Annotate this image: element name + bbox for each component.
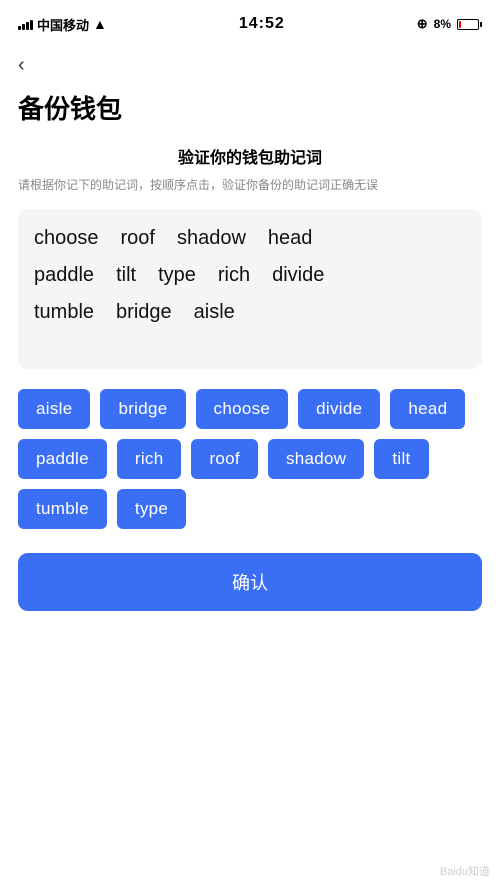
page-title: 备份钱包 bbox=[0, 81, 500, 144]
word-chip-head[interactable]: head bbox=[390, 389, 465, 429]
status-bar: 中国移动 ▲ 14:52 ⊕ 8% bbox=[0, 0, 500, 44]
status-left: 中国移动 ▲ bbox=[18, 15, 107, 34]
status-right: ⊕ 8% bbox=[417, 16, 482, 32]
section-description: 请根据你记下的助记词，按顺序点击，验证你备份的助记词正确无误 bbox=[0, 176, 500, 195]
word-chip-aisle[interactable]: aisle bbox=[18, 389, 90, 429]
display-word-type: type bbox=[158, 264, 196, 287]
word-chips-container: aisle bridge choose divide head paddle r… bbox=[0, 369, 500, 543]
word-chip-divide[interactable]: divide bbox=[298, 389, 380, 429]
display-word-choose: choose bbox=[34, 227, 99, 250]
display-word-head: head bbox=[268, 227, 313, 250]
confirm-button-container: 确认 bbox=[0, 543, 500, 641]
carrier-label: 中国移动 bbox=[37, 15, 89, 34]
charge-icon: ⊕ bbox=[417, 16, 428, 32]
section-heading: 验证你的钱包助记词 bbox=[0, 144, 500, 168]
time-display: 14:52 bbox=[239, 15, 285, 33]
word-chip-bridge[interactable]: bridge bbox=[100, 389, 185, 429]
watermark: Baidu知道 bbox=[440, 863, 490, 879]
word-chip-type[interactable]: type bbox=[117, 489, 186, 529]
wifi-icon: ▲ bbox=[93, 16, 107, 32]
display-word-divide: divide bbox=[272, 264, 324, 287]
confirm-button[interactable]: 确认 bbox=[18, 553, 482, 611]
display-word-roof: roof bbox=[121, 227, 155, 250]
word-chip-choose[interactable]: choose bbox=[196, 389, 289, 429]
display-word-rich: rich bbox=[218, 264, 250, 287]
word-chip-paddle[interactable]: paddle bbox=[18, 439, 107, 479]
word-chip-shadow[interactable]: shadow bbox=[268, 439, 364, 479]
display-word-shadow: shadow bbox=[177, 227, 246, 250]
display-word-aisle: aisle bbox=[194, 301, 235, 324]
display-word-tilt: tilt bbox=[116, 264, 136, 287]
word-display-row-3: tumble bridge aisle bbox=[34, 301, 466, 324]
word-display-row-2: paddle tilt type rich divide bbox=[34, 264, 466, 287]
word-chip-tilt[interactable]: tilt bbox=[374, 439, 428, 479]
back-arrow-icon[interactable]: ‹ bbox=[18, 54, 25, 77]
signal-icon bbox=[18, 18, 33, 30]
battery-icon bbox=[457, 19, 482, 30]
word-display-row-1: choose roof shadow head bbox=[34, 227, 466, 250]
display-word-bridge: bridge bbox=[116, 301, 172, 324]
word-chip-tumble[interactable]: tumble bbox=[18, 489, 107, 529]
display-word-paddle: paddle bbox=[34, 264, 94, 287]
word-chip-rich[interactable]: rich bbox=[117, 439, 182, 479]
word-chip-roof[interactable]: roof bbox=[191, 439, 258, 479]
word-display-area: choose roof shadow head paddle tilt type… bbox=[18, 209, 482, 369]
display-word-tumble: tumble bbox=[34, 301, 94, 324]
battery-percent: 8% bbox=[434, 17, 451, 31]
back-button[interactable]: ‹ bbox=[0, 44, 500, 81]
